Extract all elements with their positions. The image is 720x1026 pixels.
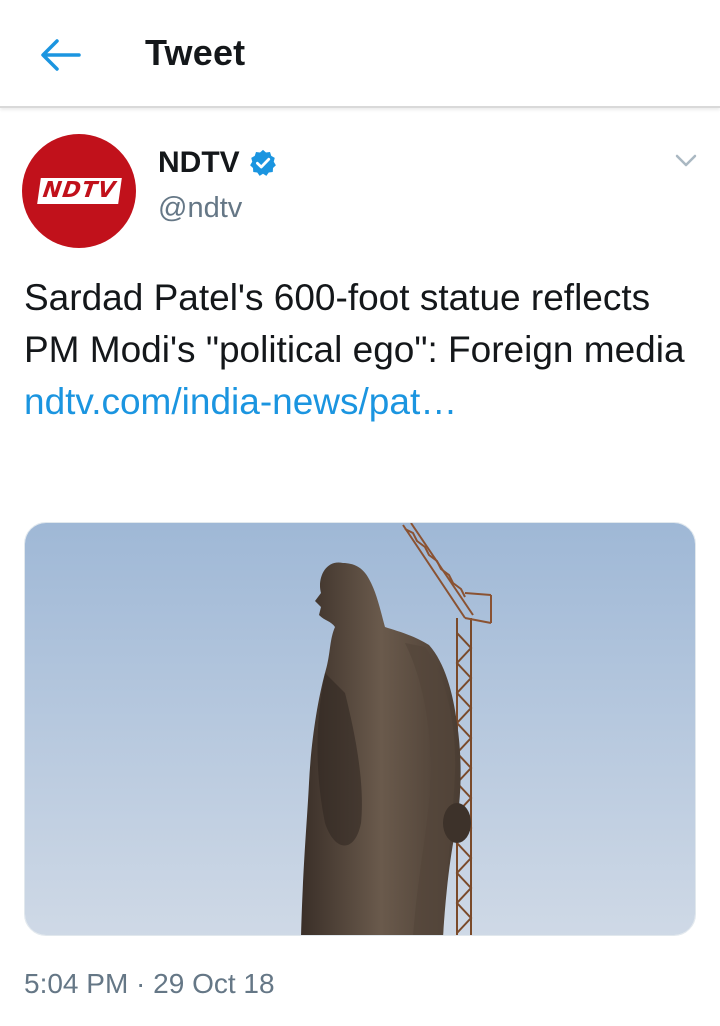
statue-photo — [25, 523, 695, 935]
avatar-logo-text: NDTV — [36, 178, 122, 204]
arrow-left-icon — [41, 39, 81, 71]
tweet-timestamp: 5:04 PM · 29 Oct 18 — [24, 968, 275, 1000]
tweet-media-image[interactable] — [24, 522, 696, 936]
timestamp-separator: · — [128, 968, 154, 999]
verified-badge-icon — [249, 149, 276, 176]
tweet-menu-button[interactable] — [668, 146, 704, 176]
avatar[interactable]: NDTV — [22, 134, 136, 248]
chevron-down-icon — [675, 154, 697, 167]
tweet-body: Sardad Patel's 600-foot statue reflects … — [24, 277, 685, 370]
author-name[interactable]: NDTV — [158, 146, 240, 180]
tweet-detail-screen: Tweet NDTV NDTV @ndtv Sardad Patel's 600… — [0, 0, 720, 1026]
author-handle[interactable]: @ndtv — [158, 192, 242, 225]
tweet-date: 29 Oct 18 — [153, 968, 275, 999]
tweet-time: 5:04 PM — [24, 968, 129, 999]
author-name-row: NDTV — [158, 146, 278, 180]
back-button[interactable] — [26, 28, 96, 82]
tweet-text: Sardad Patel's 600-foot statue reflects … — [24, 272, 704, 428]
page-title: Tweet — [145, 32, 246, 73]
top-app-bar: Tweet — [0, 0, 720, 108]
tweet-link[interactable]: ndtv.com/india-news/pat… — [24, 381, 457, 422]
